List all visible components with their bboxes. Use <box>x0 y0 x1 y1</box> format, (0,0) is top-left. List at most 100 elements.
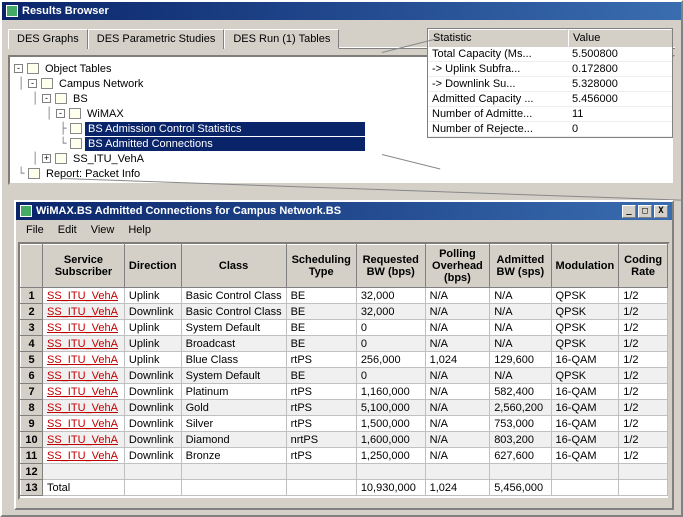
menu-file[interactable]: File <box>20 222 50 238</box>
table-row[interactable]: 7SS_ITU_VehADownlinkPlatinumrtPS1,160,00… <box>21 384 668 400</box>
stat-head-value[interactable]: Value <box>568 29 672 47</box>
table-row[interactable]: 3SS_ITU_VehAUplinkSystem DefaultBE0N/AN/… <box>21 320 668 336</box>
row-number[interactable]: 12 <box>21 464 43 480</box>
cell-direction: Downlink <box>124 432 181 448</box>
table-row[interactable]: 1SS_ITU_VehAUplinkBasic Control ClassBE3… <box>21 288 668 304</box>
cell-scheduling: BE <box>286 320 356 336</box>
cell-admitted-bw: 2,560,200 <box>490 400 551 416</box>
cell-modulation: QPSK <box>551 304 619 320</box>
col-header[interactable]: Scheduling Type <box>286 245 356 288</box>
stat-row[interactable]: Number of Rejecte...0 <box>428 122 672 137</box>
maximize-button[interactable]: □ <box>638 205 652 218</box>
cell-subscriber[interactable]: SS_ITU_VehA <box>43 432 125 448</box>
col-header[interactable]: Service Subscriber <box>43 245 125 288</box>
table-row[interactable]: 5SS_ITU_VehAUplinkBlue ClassrtPS256,0001… <box>21 352 668 368</box>
stat-row[interactable]: -> Uplink Subfra...0.172800 <box>428 62 672 77</box>
row-number[interactable]: 9 <box>21 416 43 432</box>
cell-admitted-bw: N/A <box>490 304 551 320</box>
tree-campus[interactable]: Campus Network <box>56 77 146 91</box>
cell-scheduling: rtPS <box>286 448 356 464</box>
folder-icon <box>41 78 53 89</box>
menu-help[interactable]: Help <box>122 222 157 238</box>
cell-direction: Uplink <box>124 320 181 336</box>
tree-admitted-conn[interactable]: BS Admitted Connections <box>85 137 365 151</box>
cell-polling: N/A <box>425 400 490 416</box>
menu-edit[interactable]: Edit <box>52 222 83 238</box>
collapse-icon[interactable]: - <box>28 79 37 88</box>
cell-scheduling: rtPS <box>286 416 356 432</box>
cell-requested-bw: 0 <box>356 320 425 336</box>
tab-des-run-tables[interactable]: DES Run (1) Tables <box>224 29 339 49</box>
cell-subscriber[interactable]: SS_ITU_VehA <box>43 368 125 384</box>
tree-bs[interactable]: BS <box>70 92 91 106</box>
col-header[interactable]: Admitted BW (sps) <box>490 245 551 288</box>
tab-des-graphs[interactable]: DES Graphs <box>8 29 88 49</box>
cell-subscriber[interactable]: SS_ITU_VehA <box>43 384 125 400</box>
col-header[interactable]: Coding Rate <box>619 245 668 288</box>
table-row[interactable]: 10SS_ITU_VehADownlinkDiamondnrtPS1,600,0… <box>21 432 668 448</box>
collapse-icon[interactable]: - <box>56 109 65 118</box>
cell-class: Basic Control Class <box>181 304 286 320</box>
row-number[interactable]: 1 <box>21 288 43 304</box>
table-row[interactable]: 9SS_ITU_VehADownlinkSilverrtPS1,500,000N… <box>21 416 668 432</box>
row-number[interactable]: 6 <box>21 368 43 384</box>
tree-admission-stats[interactable]: BS Admission Control Statistics <box>85 122 365 136</box>
cell-subscriber[interactable]: SS_ITU_VehA <box>43 448 125 464</box>
table-row[interactable]: 6SS_ITU_VehADownlinkSystem DefaultBE0N/A… <box>21 368 668 384</box>
col-header[interactable]: Class <box>181 245 286 288</box>
cell-subscriber[interactable]: SS_ITU_VehA <box>43 352 125 368</box>
collapse-icon[interactable]: - <box>14 64 23 73</box>
cell-subscriber[interactable]: SS_ITU_VehA <box>43 400 125 416</box>
tree-root[interactable]: Object Tables <box>42 62 114 76</box>
row-number[interactable]: 7 <box>21 384 43 400</box>
cell-direction: Downlink <box>124 448 181 464</box>
close-button[interactable]: X <box>654 205 668 218</box>
col-header[interactable]: Direction <box>124 245 181 288</box>
table-row[interactable]: 11SS_ITU_VehADownlinkBronzertPS1,250,000… <box>21 448 668 464</box>
stat-value: 11 <box>568 107 672 122</box>
stat-head-statistic[interactable]: Statistic <box>428 29 568 47</box>
connections-grid[interactable]: Service SubscriberDirectionClassScheduli… <box>18 242 670 500</box>
table-row[interactable]: 2SS_ITU_VehADownlinkBasic Control ClassB… <box>21 304 668 320</box>
row-number[interactable]: 8 <box>21 400 43 416</box>
menu-view[interactable]: View <box>85 222 121 238</box>
corner-cell[interactable] <box>21 245 43 288</box>
cell-subscriber[interactable]: SS_ITU_VehA <box>43 320 125 336</box>
app-icon <box>6 5 18 17</box>
cell-class: System Default <box>181 368 286 384</box>
cell-subscriber[interactable]: SS_ITU_VehA <box>43 416 125 432</box>
cell-modulation: QPSK <box>551 288 619 304</box>
sub-titlebar[interactable]: WiMAX.BS Admitted Connections for Campus… <box>16 202 672 220</box>
cell-scheduling: rtPS <box>286 400 356 416</box>
table-row[interactable]: 8SS_ITU_VehADownlinkGoldrtPS5,100,000N/A… <box>21 400 668 416</box>
cell-requested-bw: 0 <box>356 368 425 384</box>
stat-row[interactable]: Number of Admitte...11 <box>428 107 672 122</box>
tab-des-parametric[interactable]: DES Parametric Studies <box>88 29 225 49</box>
expand-icon[interactable]: + <box>42 154 51 163</box>
cell-subscriber[interactable]: SS_ITU_VehA <box>43 304 125 320</box>
col-header[interactable]: Requested BW (bps) <box>356 245 425 288</box>
tree-ss-itu[interactable]: SS_ITU_VehA <box>70 152 147 166</box>
table-row[interactable]: 4SS_ITU_VehAUplinkBroadcastBE0N/AN/AQPSK… <box>21 336 668 352</box>
table-row[interactable]: 12 <box>21 464 668 480</box>
row-number[interactable]: 2 <box>21 304 43 320</box>
row-number[interactable]: 3 <box>21 320 43 336</box>
row-number[interactable]: 13 <box>21 480 43 496</box>
col-header[interactable]: Modulation <box>551 245 619 288</box>
stat-row[interactable]: -> Downlink Su...5.328000 <box>428 77 672 92</box>
row-number[interactable]: 4 <box>21 336 43 352</box>
total-row[interactable]: 13Total10,930,0001,0245,456,000 <box>21 480 668 496</box>
cell-subscriber[interactable]: SS_ITU_VehA <box>43 288 125 304</box>
cell-subscriber[interactable]: SS_ITU_VehA <box>43 336 125 352</box>
row-number[interactable]: 11 <box>21 448 43 464</box>
collapse-icon[interactable]: - <box>42 94 51 103</box>
minimize-button[interactable]: _ <box>622 205 636 218</box>
stat-row[interactable]: Total Capacity (Ms...5.500800 <box>428 47 672 62</box>
row-number[interactable]: 10 <box>21 432 43 448</box>
main-titlebar[interactable]: Results Browser <box>2 2 681 20</box>
stat-row[interactable]: Admitted Capacity ...5.456000 <box>428 92 672 107</box>
row-number[interactable]: 5 <box>21 352 43 368</box>
tree-wimax[interactable]: WiMAX <box>84 107 127 121</box>
cell-admitted-bw: N/A <box>490 320 551 336</box>
col-header[interactable]: Polling Overhead (bps) <box>425 245 490 288</box>
